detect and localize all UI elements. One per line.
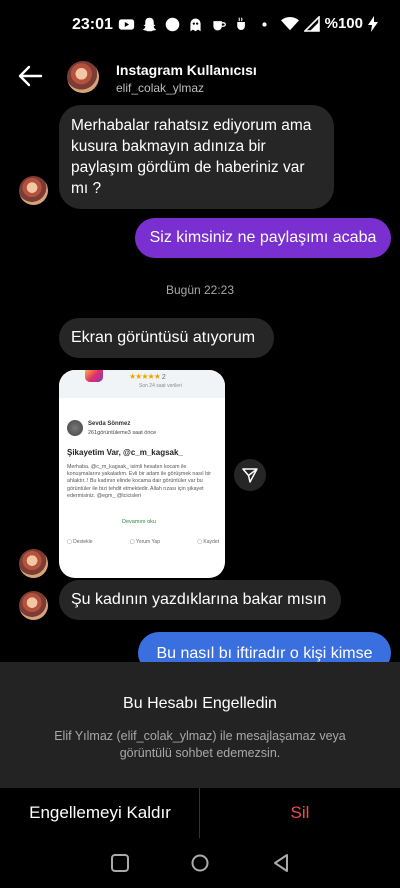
complaint-body: Merhaba. @c_m_kagsak_ isimli hesabın koc… bbox=[67, 464, 211, 499]
dot-icon bbox=[262, 22, 267, 27]
wifi-icon bbox=[280, 16, 299, 30]
back-icon[interactable] bbox=[270, 852, 292, 874]
post-actions: Destekle Yorum Yap Kaydet bbox=[67, 539, 219, 545]
recents-icon[interactable] bbox=[109, 852, 131, 874]
message-incoming[interactable]: Ekran görüntüsü atıyorum bbox=[59, 318, 274, 358]
save-action: Kaydet bbox=[197, 539, 219, 545]
ghost-icon bbox=[190, 18, 201, 32]
sender-avatar[interactable] bbox=[19, 549, 48, 578]
author-meta: 261görüntüleme3 saat önce bbox=[88, 430, 157, 436]
status-notification-icons bbox=[118, 16, 273, 33]
message-outgoing[interactable]: Siz kimsiniz ne paylaşımı acaba bbox=[135, 218, 391, 258]
unblock-button[interactable]: Engellemeyi Kaldır bbox=[0, 788, 200, 838]
blocked-account-panel: Bu Hesabı Engelledin Elif Yılmaz (elif_c… bbox=[0, 662, 400, 788]
read-more-link: Devamını oku bbox=[122, 519, 156, 525]
cup-icon bbox=[237, 17, 245, 31]
comment-action: Yorum Yap bbox=[130, 539, 160, 545]
tea-icon bbox=[213, 21, 226, 31]
status-bar: 23:01 %100 bbox=[0, 0, 400, 50]
blocked-title: Bu Hesabı Engelledin bbox=[123, 695, 277, 712]
message-incoming[interactable]: Merhabalar rahatsız ediyorum ama kusura … bbox=[59, 105, 334, 209]
battery-percent: %100 bbox=[324, 15, 363, 32]
charging-icon bbox=[368, 15, 378, 32]
system-nav-bar bbox=[0, 838, 400, 888]
message-incoming[interactable]: Şu kadının yazdıklarına bakar mısın bbox=[59, 580, 341, 620]
rating-stars: ★★★★★ 2 bbox=[129, 372, 166, 381]
instagram-logo-icon bbox=[85, 370, 103, 382]
avatar[interactable] bbox=[67, 61, 99, 93]
delete-button[interactable]: Sil bbox=[200, 788, 400, 838]
snapchat-icon bbox=[142, 17, 157, 32]
author-name: Sevda Sönmez bbox=[88, 421, 131, 427]
contact-name[interactable]: Instagram Kullanıcısı bbox=[116, 62, 257, 78]
complaint-title: Şikayetim Var, @c_m_kagsak_ bbox=[67, 448, 183, 457]
blocked-actions: Engellemeyi Kaldır Sil bbox=[0, 788, 400, 838]
youtube-icon bbox=[118, 19, 135, 30]
circle-icon bbox=[165, 17, 180, 32]
support-action: Destekle bbox=[67, 539, 92, 545]
sender-avatar[interactable] bbox=[19, 591, 48, 620]
signal-icon bbox=[303, 15, 320, 32]
shared-screenshot[interactable]: ★★★★★ 2 Son 24 saat verileri Sevda Sönmez… bbox=[59, 370, 225, 578]
chat-header: Instagram Kullanıcısı elif_colak_ylmaz bbox=[0, 50, 400, 106]
rating-subtext: Son 24 saat verileri bbox=[139, 383, 182, 389]
author-avatar bbox=[67, 420, 83, 436]
send-icon bbox=[242, 468, 258, 483]
day-timestamp: Bugün 22:23 bbox=[165, 283, 235, 297]
back-arrow-icon[interactable] bbox=[16, 62, 44, 90]
sender-avatar[interactable] bbox=[19, 176, 48, 205]
screenshot-top-bar: ★★★★★ 2 Son 24 saat verileri bbox=[59, 370, 225, 398]
status-system-icons: %100 bbox=[280, 15, 378, 32]
share-button[interactable] bbox=[234, 459, 266, 491]
blocked-description: Elif Yılmaz (elif_colak_ylmaz) ile mesaj… bbox=[54, 729, 346, 760]
home-icon[interactable] bbox=[189, 852, 211, 874]
contact-username[interactable]: elif_colak_ylmaz bbox=[116, 81, 204, 95]
status-time: 23:01 bbox=[72, 16, 113, 33]
